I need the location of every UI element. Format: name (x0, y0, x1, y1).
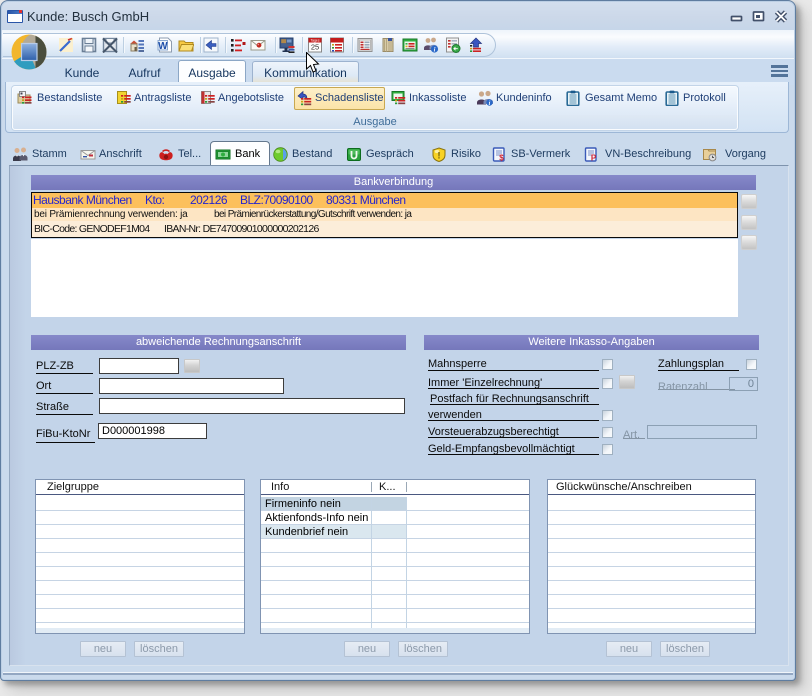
svg-text:25: 25 (311, 43, 319, 52)
svg-text:!: ! (438, 151, 441, 161)
svg-text:i: i (434, 47, 436, 53)
svg-text:W: W (158, 41, 168, 52)
svg-text:P: P (591, 154, 597, 163)
svg-text:$: $ (499, 154, 504, 163)
